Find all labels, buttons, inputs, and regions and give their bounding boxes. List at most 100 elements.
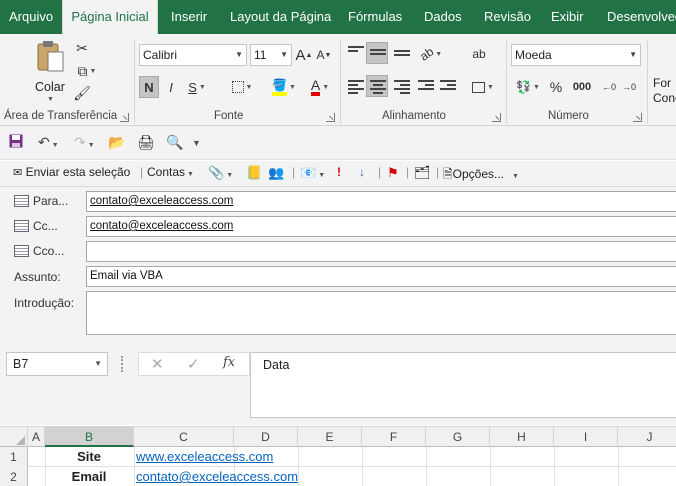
alignment-launcher[interactable] xyxy=(492,113,501,122)
high-importance-icon[interactable]: ! xyxy=(337,165,341,179)
select-all-button[interactable] xyxy=(0,427,28,447)
formula-bar-grip[interactable] xyxy=(121,356,123,372)
insert-function-icon[interactable]: fx xyxy=(223,355,235,370)
name-box[interactable]: B7 ▼ xyxy=(6,352,108,376)
number-group-label: Número xyxy=(548,110,589,122)
cell-c2-link[interactable]: contato@exceleaccess.com xyxy=(136,467,298,486)
accounts-button[interactable]: Contas ▼ xyxy=(147,165,194,179)
folder-icon[interactable]: 🗂 xyxy=(414,165,431,181)
save-icon[interactable] xyxy=(9,134,23,151)
quick-access-toolbar: ↶ ▼ ↷ ▼ 📂 🖨 🔍 ▼ xyxy=(0,126,676,160)
open-folder-icon[interactable]: 📂 xyxy=(108,134,125,151)
increase-indent-icon[interactable] xyxy=(440,80,456,92)
column-header-a[interactable]: A xyxy=(28,427,45,447)
bcc-button[interactable]: Cco... xyxy=(14,244,64,258)
envelope-options-icon[interactable]: 📧 ▼ xyxy=(300,165,325,181)
subject-label: Assunto: xyxy=(14,270,61,284)
cell-c1-link[interactable]: www.exceleaccess.com xyxy=(136,447,273,467)
grow-font-button[interactable]: A ▲ xyxy=(296,46,313,64)
align-left-icon[interactable] xyxy=(348,80,364,96)
format-painter-icon[interactable]: 🖌 xyxy=(72,84,92,102)
confirm-icon[interactable]: ✓ xyxy=(187,355,200,373)
tab-desenvolvedor[interactable]: Desenvolvedor xyxy=(607,0,676,34)
increase-decimal-icon[interactable]: ←0 xyxy=(600,76,618,98)
cancel-icon[interactable]: ✕ xyxy=(151,355,164,373)
customize-toolbar-icon[interactable]: ▼ xyxy=(192,138,201,148)
conditional-formatting-button[interactable]: For Conc xyxy=(653,76,676,108)
number-format-combo[interactable]: Moeda ▼ xyxy=(511,44,641,66)
tab-layout-da-pagina[interactable]: Layout da Página xyxy=(230,0,331,34)
formula-input[interactable]: Data xyxy=(250,352,676,418)
row-header[interactable]: 1 xyxy=(0,447,28,467)
email-toolbar: ✉ Enviar esta seleção | Contas ▼ 📎 ▼ 📒 👥 |… xyxy=(0,161,676,187)
bcc-field[interactable] xyxy=(86,241,676,262)
cc-button[interactable]: Cc... xyxy=(14,219,58,233)
orientation-button[interactable]: ab ▼ xyxy=(417,44,444,64)
chevron-down-icon: ▼ xyxy=(235,50,243,59)
cell-b2[interactable]: Email xyxy=(45,467,133,486)
wrap-text-button[interactable]: ab xyxy=(470,42,488,66)
tab-inserir[interactable]: Inserir xyxy=(171,0,207,34)
font-name-combo[interactable]: Calibri ▼ xyxy=(139,44,247,66)
percent-button[interactable]: % xyxy=(548,76,564,98)
shrink-font-button[interactable]: A ▼ xyxy=(316,46,332,64)
send-selection-button[interactable]: ✉ Enviar esta seleção xyxy=(13,165,130,179)
chevron-down-icon: ▼ xyxy=(47,96,54,103)
column-header-g[interactable]: G xyxy=(426,427,490,447)
merge-center-button[interactable]: ▼ xyxy=(468,76,498,98)
number-launcher[interactable] xyxy=(633,113,642,122)
tab-exibir[interactable]: Exibir xyxy=(551,0,584,34)
cut-icon[interactable]: ✂ xyxy=(72,39,92,57)
bold-button[interactable]: N xyxy=(139,76,159,98)
tab-arquivo[interactable]: Arquivo xyxy=(9,0,53,34)
cc-field[interactable]: contato@exceleaccess.com xyxy=(86,216,676,237)
align-center-button[interactable] xyxy=(366,75,388,97)
low-importance-icon[interactable]: ↓ xyxy=(359,165,365,179)
cell-b1[interactable]: Site xyxy=(45,447,133,467)
quick-print-icon[interactable]: 🖨 xyxy=(137,134,155,151)
decrease-indent-icon[interactable] xyxy=(418,80,434,92)
attach-icon[interactable]: 📎 ▼ xyxy=(208,165,233,181)
tab-formulas[interactable]: Fórmulas xyxy=(348,0,402,34)
to-button[interactable]: Para... xyxy=(14,194,68,208)
decrease-decimal-icon[interactable]: →0 xyxy=(620,76,638,98)
address-book-icon[interactable]: 📒 xyxy=(246,165,262,181)
font-color-button[interactable]: A ▼ xyxy=(306,76,334,98)
column-header-b[interactable]: B xyxy=(45,427,134,447)
align-top-icon[interactable] xyxy=(348,46,364,58)
options-button[interactable]: 🗎Opções... ▼ xyxy=(443,165,519,186)
column-header-i[interactable]: I xyxy=(554,427,618,447)
align-bottom-icon[interactable] xyxy=(394,50,410,58)
font-size-combo[interactable]: 11 ▼ xyxy=(250,44,292,66)
borders-button[interactable]: ▼ xyxy=(228,76,256,98)
underline-button[interactable]: S ▼ xyxy=(183,76,211,98)
undo-icon[interactable]: ↶ ▼ xyxy=(38,134,59,151)
fill-color-button[interactable]: 🪣 ▼ xyxy=(270,76,298,98)
column-header-j[interactable]: J xyxy=(618,427,676,447)
flag-icon[interactable]: ⚑ xyxy=(387,165,399,181)
to-field[interactable]: contato@exceleaccess.com xyxy=(86,191,676,212)
align-right-icon[interactable] xyxy=(394,80,410,96)
print-preview-icon[interactable]: 🔍 xyxy=(166,134,183,151)
redo-icon[interactable]: ↷ ▼ xyxy=(74,134,95,151)
accounting-button[interactable]: 💱 ▼ xyxy=(513,76,543,98)
column-header-c[interactable]: C xyxy=(134,427,234,447)
tab-pagina-inicial[interactable]: Página Inicial xyxy=(62,0,158,35)
column-header-h[interactable]: H xyxy=(490,427,554,447)
tab-revisao[interactable]: Revisão xyxy=(484,0,531,34)
clipboard-launcher[interactable] xyxy=(120,113,129,122)
copy-icon[interactable]: ⧉ ▼ xyxy=(72,62,102,80)
italic-button[interactable]: I xyxy=(163,76,179,98)
paste-button[interactable]: Colar ▼ xyxy=(32,40,68,103)
check-names-icon[interactable]: 👥 xyxy=(268,165,284,181)
comma-style-button[interactable]: 000 xyxy=(570,76,594,98)
column-header-f[interactable]: F xyxy=(362,427,426,447)
align-middle-button[interactable] xyxy=(366,42,388,64)
row-header[interactable]: 2 xyxy=(0,467,28,486)
font-launcher[interactable] xyxy=(326,113,335,122)
introduction-field[interactable] xyxy=(86,291,676,335)
subject-field[interactable]: Email via VBA xyxy=(86,266,676,287)
column-header-d[interactable]: D xyxy=(234,427,298,447)
tab-dados[interactable]: Dados xyxy=(424,0,462,34)
column-header-e[interactable]: E xyxy=(298,427,362,447)
